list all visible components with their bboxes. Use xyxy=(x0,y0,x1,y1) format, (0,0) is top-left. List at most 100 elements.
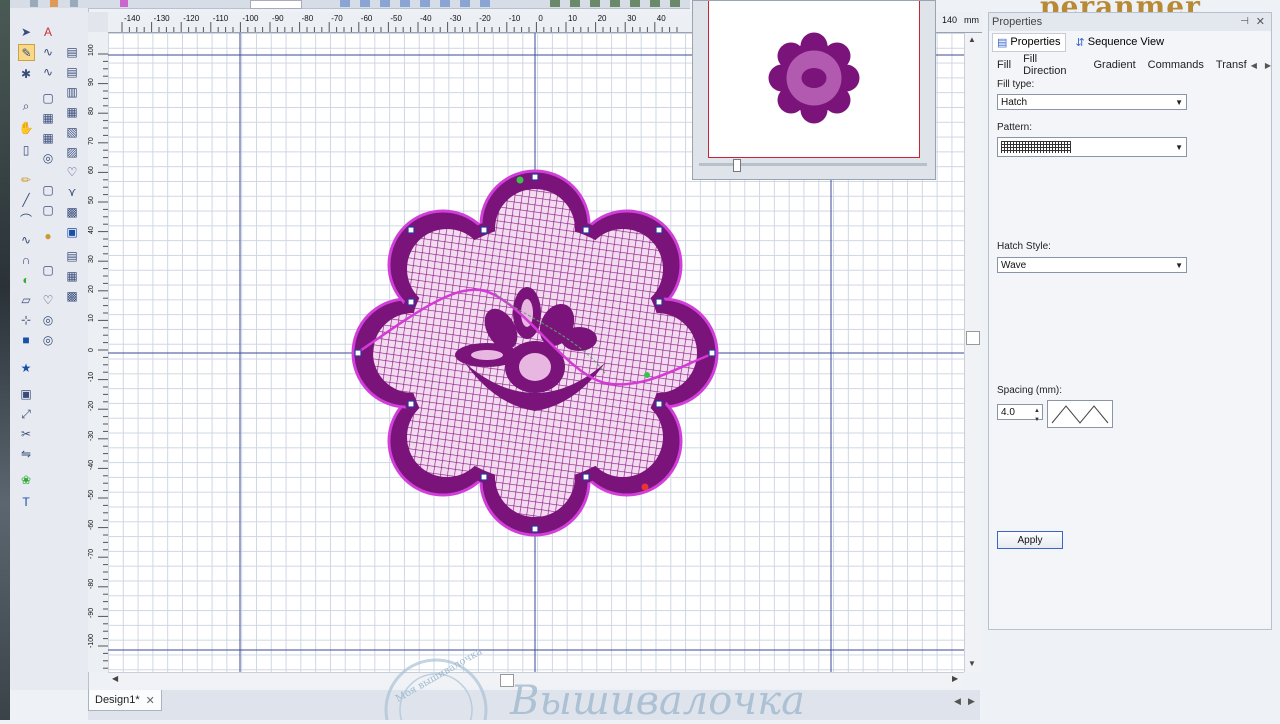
pencil-icon[interactable]: ✏ xyxy=(18,172,34,188)
chevron-down-icon: ▼ xyxy=(1175,143,1183,152)
ring-icon[interactable]: ◎ xyxy=(40,150,56,166)
toolbar-icon[interactable] xyxy=(120,0,128,7)
box-icon[interactable]: ▢ xyxy=(40,262,56,278)
ruler-v-label: 80 xyxy=(88,107,95,116)
toolbar-icon-group[interactable] xyxy=(340,0,500,7)
frame-icon[interactable]: ▣ xyxy=(64,224,80,240)
applique-tool-icon[interactable]: ❀ xyxy=(18,472,34,488)
scroll-right-icon[interactable]: ▶ xyxy=(952,674,958,683)
tab-commands[interactable]: Commands xyxy=(1142,59,1210,71)
watermark-script-text: Вышивалочка xyxy=(510,678,805,724)
properties-icon: ▤ xyxy=(997,36,1008,49)
box-icon[interactable]: ▢ xyxy=(40,182,56,198)
text-tool-icon[interactable]: A xyxy=(40,24,56,40)
box-icon[interactable]: ▢ xyxy=(40,90,56,106)
line-tool-icon[interactable]: ╱ xyxy=(18,192,34,208)
heart-icon[interactable]: ♡ xyxy=(64,164,80,180)
scroll-thumb[interactable] xyxy=(966,331,980,345)
stitch-icon[interactable]: ▨ xyxy=(64,144,80,160)
stitch-icon[interactable]: ▩ xyxy=(64,288,80,304)
wave-line-icon[interactable]: ∿ xyxy=(40,44,56,60)
stitch-icon[interactable]: ▤ xyxy=(64,44,80,60)
apply-button[interactable]: Apply xyxy=(997,531,1063,549)
wave-line-icon[interactable]: ∿ xyxy=(40,64,56,80)
shape-tool-icon[interactable]: ▱ xyxy=(18,292,34,308)
tab-gradient[interactable]: Gradient xyxy=(1087,59,1141,71)
text-frame-icon[interactable]: T xyxy=(18,494,34,510)
stitch-icon[interactable]: ▦ xyxy=(64,104,80,120)
curve-tool-icon[interactable]: ∩ xyxy=(18,252,34,268)
mirror-tool-icon[interactable]: ⇋ xyxy=(18,446,34,462)
ring-icon[interactable]: ◎ xyxy=(40,332,56,348)
stitch-edit-icon[interactable]: ✱ xyxy=(18,66,34,82)
tab-scroll-left-icon[interactable]: ◀ xyxy=(954,696,961,707)
scroll-left-icon[interactable]: ◀ xyxy=(112,674,118,683)
vertical-ruler: 100 90 80 70 60 50 40 30 20 10 0 -10 -20 -30 -40 -50 -60… xyxy=(88,32,109,672)
grid-icon[interactable]: ▦ xyxy=(40,130,56,146)
main-toolbar xyxy=(10,0,690,9)
toolbar-icon-group[interactable] xyxy=(550,0,690,7)
tab-transform[interactable]: Transf xyxy=(1210,59,1249,71)
bezier-tool-icon[interactable]: ∿ xyxy=(18,232,34,248)
rectangle-tool-icon[interactable]: ■ xyxy=(18,332,34,348)
tab-sequence-view[interactable]: ⇵ Sequence View xyxy=(1072,34,1168,51)
ruler-v-label: 60 xyxy=(88,166,95,175)
close-icon[interactable]: ✕ xyxy=(1256,13,1265,31)
grid-icon[interactable]: ▦ xyxy=(40,110,56,126)
ruler-h-label: 40 xyxy=(656,14,666,23)
tab-properties-label: Properties xyxy=(1010,36,1061,48)
fill-type-select[interactable]: Hatch ▼ xyxy=(997,94,1187,110)
toolbar-icon[interactable] xyxy=(30,0,38,7)
reshape-tool-icon[interactable]: ✎ xyxy=(18,44,35,61)
stitch-icon[interactable]: ▧ xyxy=(64,124,80,140)
stitch-icon[interactable]: ▥ xyxy=(64,84,80,100)
ring-icon[interactable]: ◎ xyxy=(40,312,56,328)
tab-fill[interactable]: Fill xyxy=(989,59,1017,71)
box-icon[interactable]: ▢ xyxy=(40,202,56,218)
tabs-scroll-right-icon[interactable]: ▶ xyxy=(1265,61,1271,70)
fork-icon[interactable]: ⋎ xyxy=(64,184,80,200)
ruler-v-label: 50 xyxy=(88,196,95,204)
ruler-tool-icon[interactable]: ▯ xyxy=(18,142,34,158)
overview-canvas[interactable] xyxy=(708,1,920,158)
stitch-icon[interactable]: ▦ xyxy=(64,268,80,284)
hatch-style-select[interactable]: Wave ▼ xyxy=(997,257,1187,273)
star-tool-icon[interactable]: ★ xyxy=(18,360,34,376)
toolbar-icon[interactable] xyxy=(50,0,58,7)
heart-icon[interactable]: ♡ xyxy=(40,292,56,308)
ruler-h-label: 0 xyxy=(538,14,543,23)
tab-scroll-right-icon[interactable]: ▶ xyxy=(968,696,975,707)
stitch-icon[interactable]: ▤ xyxy=(64,248,80,264)
ruler-v-label: -30 xyxy=(88,430,95,441)
scroll-up-icon[interactable]: ▲ xyxy=(968,35,976,44)
close-icon[interactable]: ✕ xyxy=(146,694,155,707)
fill-tool-icon[interactable]: ◐ xyxy=(18,272,34,288)
ruler-h-label: 30 xyxy=(627,14,637,23)
hand-pan-icon[interactable]: ✋ xyxy=(18,120,34,136)
knife-tool-icon[interactable]: ⤢ xyxy=(18,406,34,422)
node-tool-icon[interactable]: ⊹ xyxy=(18,312,34,328)
tab-fill-direction[interactable]: Fill Direction xyxy=(1017,53,1087,77)
zoom-combo[interactable] xyxy=(250,0,302,9)
image-tool-icon[interactable]: ▣ xyxy=(18,386,34,402)
color-dot-icon[interactable]: ● xyxy=(40,228,56,244)
transform-tool-icon[interactable]: ✂ xyxy=(18,426,34,442)
overview-zoom-slider[interactable] xyxy=(733,159,741,172)
pointer-tool-icon[interactable]: ➤ xyxy=(18,24,34,40)
toolbar-icon[interactable] xyxy=(70,0,78,7)
stitch-icon[interactable]: ▤ xyxy=(64,64,80,80)
tabs-scroll-left-icon[interactable]: ◀ xyxy=(1251,61,1257,70)
spacing-spinner[interactable]: 4.0 ▲ ▼ xyxy=(997,404,1043,423)
spin-down-icon[interactable]: ▼ xyxy=(1034,412,1040,428)
tab-properties[interactable]: ▤ Properties xyxy=(992,32,1066,52)
stitch-icon[interactable]: ▩ xyxy=(64,204,80,220)
pin-icon[interactable]: ⊣ xyxy=(1240,13,1249,31)
vertical-scrollbar[interactable]: ▲ ▼ xyxy=(964,33,981,672)
zoom-icon[interactable]: ⌕ xyxy=(18,98,34,114)
arc-tool-icon[interactable]: ⌒ xyxy=(18,212,34,228)
ruler-tail-label: 140 xyxy=(942,15,958,25)
pattern-select[interactable]: ▼ xyxy=(997,137,1187,157)
document-tab[interactable]: Design1* ✕ xyxy=(88,690,162,711)
scroll-down-icon[interactable]: ▼ xyxy=(968,659,976,668)
tab-sequence-view-label: Sequence View xyxy=(1087,36,1165,48)
